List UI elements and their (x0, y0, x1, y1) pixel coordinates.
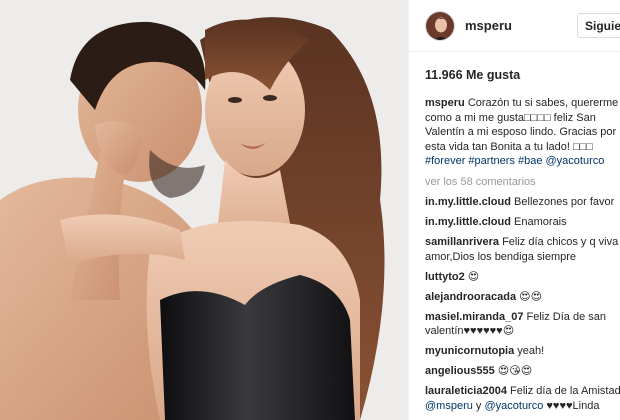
post-photo-illustration (0, 0, 408, 420)
likes-count[interactable]: 11.966 Me gusta (425, 68, 520, 82)
follow-button[interactable]: Siguien (577, 13, 620, 38)
comment-username[interactable]: angelious555 (425, 365, 495, 377)
comment-item: in.my.little.cloud Bellezones por favor (425, 195, 620, 210)
comment-username[interactable]: alejandrooracada (425, 291, 516, 303)
comment-username[interactable]: samillanrivera (425, 236, 499, 248)
comment-username[interactable]: myunicornutopia (425, 345, 514, 357)
hashtag[interactable]: #bae (518, 155, 542, 167)
comment-item: in.my.little.cloud Enamorais (425, 215, 620, 230)
comment-item: myunicornutopia yeah! (425, 344, 620, 359)
comment-username[interactable]: in.my.little.cloud (425, 196, 511, 208)
comment-username[interactable]: masiel.miranda_07 (425, 311, 523, 323)
comment-text: Enamorais (514, 216, 567, 228)
comment-mention[interactable]: @msperu (425, 400, 473, 412)
comment-text: yeah! (517, 345, 545, 357)
post-username[interactable]: msperu (465, 18, 512, 33)
view-all-comments-link[interactable]: ver los 58 comentarios (425, 175, 620, 190)
avatar-icon (426, 11, 454, 40)
comment-text: ♥♥♥♥Linda (543, 399, 600, 412)
comment-text: 😍😘😍 (497, 365, 533, 377)
post-header: msperu Siguien (409, 0, 620, 52)
caption-username[interactable]: msperu (425, 97, 465, 109)
comment-item: masiel.miranda_07 Feliz Día de san valen… (425, 310, 620, 339)
comment-item: samillanrivera Feliz día chicos y q viva… (425, 235, 620, 264)
comment-mention[interactable]: @yacoturco (484, 400, 543, 412)
comment-text: Feliz día de la Amistad (510, 385, 620, 397)
comment-text: 😍 (467, 270, 480, 283)
comment-username[interactable]: in.my.little.cloud (425, 216, 511, 228)
comment-item: angelious555 😍😘😍 (425, 364, 620, 379)
post-sidebar: msperu Siguien 11.966 Me gusta msperu Co… (408, 0, 620, 420)
comments-section: msperu Corazón tu si sabes, quererme com… (425, 96, 620, 419)
comment-item: luttyto2 😍 (425, 270, 620, 285)
comment-username[interactable]: luttyto2 (425, 271, 465, 283)
post-caption: msperu Corazón tu si sabes, quererme com… (425, 96, 620, 169)
comment-item: lauraleticia2004 Feliz día de la Amistad… (425, 384, 620, 413)
comment-text: Bellezones por favor (514, 196, 615, 208)
comment-username[interactable]: lauraleticia2004 (425, 385, 507, 397)
post-photo[interactable] (0, 0, 408, 420)
caption-mention[interactable]: @yacoturco (546, 155, 605, 167)
comment-text: y (472, 399, 485, 412)
hashtag[interactable]: #forever (425, 155, 465, 167)
hashtag[interactable]: #partners (468, 155, 514, 167)
profile-avatar[interactable] (425, 10, 455, 41)
comment-item: alejandrooracada 😍😍 (425, 290, 620, 305)
comment-text: 😍😍 (519, 290, 543, 303)
